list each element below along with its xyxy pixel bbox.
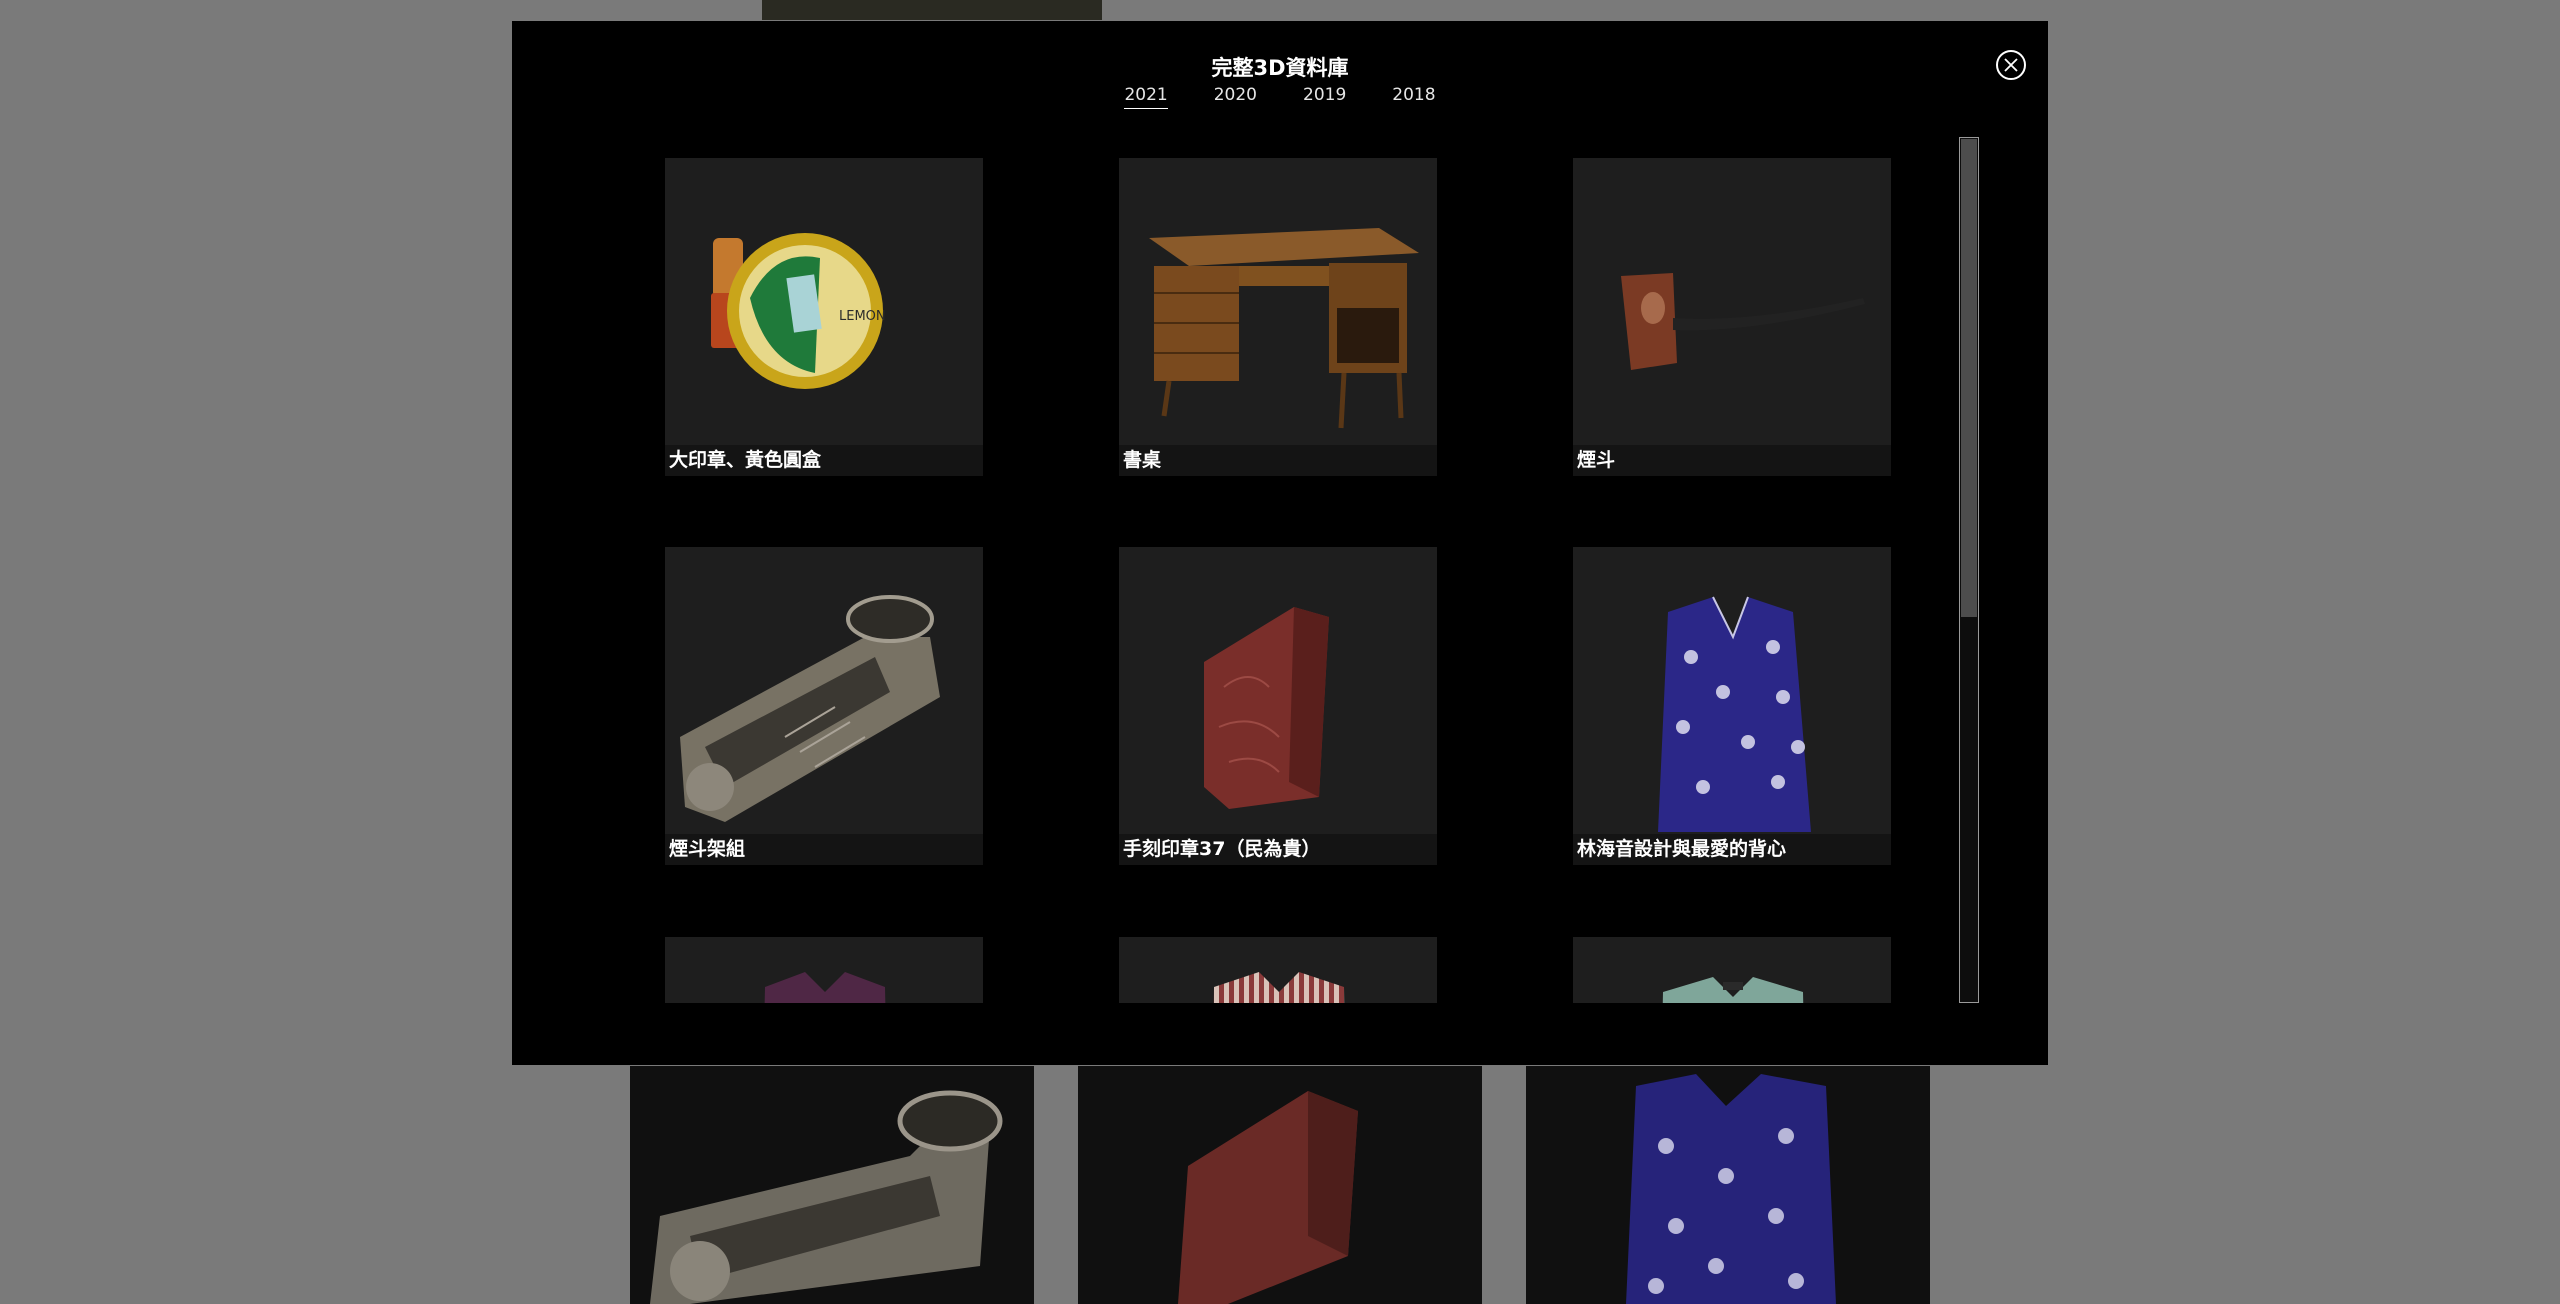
background-card-top bbox=[762, 0, 1102, 20]
stamp-and-tin-thumbnail: LEMON bbox=[665, 158, 983, 445]
model-caption: 大印章、黃色圓盒 bbox=[665, 445, 983, 476]
model-tile[interactable]: 林海音設計與最愛的背心 bbox=[1573, 547, 1891, 865]
model-tile[interactable]: 煙斗 bbox=[1573, 158, 1891, 476]
model-caption: 書桌 bbox=[1119, 445, 1437, 476]
background-card-vest bbox=[1526, 1066, 1930, 1304]
model-tile[interactable]: 書桌 bbox=[1119, 158, 1437, 476]
model-tile[interactable]: LEMON 大印章、黃色圓盒 bbox=[665, 158, 983, 476]
green-garment-thumbnail bbox=[1573, 937, 1891, 1003]
tin-label-text: LEMON bbox=[839, 309, 886, 324]
model-tile[interactable] bbox=[1119, 937, 1437, 1003]
tab-2021[interactable]: 2021 bbox=[1124, 85, 1168, 109]
year-tabs: 2021 2020 2019 2018 bbox=[512, 85, 2048, 109]
tab-2018[interactable]: 2018 bbox=[1392, 85, 1435, 109]
3d-library-modal: 完整3D資料庫 2021 2020 2019 2018 LEMON 大印章、黃色… bbox=[512, 21, 2048, 1065]
grid-scrollbar[interactable] bbox=[1959, 137, 1979, 1003]
blue-vest-thumbnail bbox=[1573, 547, 1891, 834]
model-tile[interactable] bbox=[665, 937, 983, 1003]
tab-2020[interactable]: 2020 bbox=[1214, 85, 1257, 109]
model-caption: 煙斗架組 bbox=[665, 834, 983, 865]
model-tile[interactable]: 煙斗架組 bbox=[665, 547, 983, 865]
pipe-thumbnail bbox=[1573, 158, 1891, 445]
tab-2019[interactable]: 2019 bbox=[1303, 85, 1346, 109]
purple-garment-thumbnail bbox=[665, 937, 983, 1003]
model-caption: 林海音設計與最愛的背心 bbox=[1573, 834, 1891, 865]
modal-title: 完整3D資料庫 bbox=[1211, 56, 1349, 80]
desk-thumbnail bbox=[1119, 158, 1437, 445]
close-icon bbox=[2004, 58, 2018, 72]
pipe-rack-thumbnail bbox=[665, 547, 983, 834]
model-tile[interactable] bbox=[1573, 937, 1891, 1003]
striped-garment-thumbnail bbox=[1119, 937, 1437, 1003]
carved-seal-thumbnail bbox=[1119, 547, 1437, 834]
model-caption: 手刻印章37（民為貴） bbox=[1119, 834, 1437, 865]
close-button[interactable] bbox=[1996, 50, 2026, 80]
background-card-pipe-rack bbox=[630, 1066, 1034, 1304]
background-card-seal bbox=[1078, 1066, 1482, 1304]
model-caption: 煙斗 bbox=[1573, 445, 1891, 476]
scrollbar-thumb[interactable] bbox=[1961, 139, 1977, 617]
model-tile[interactable]: 手刻印章37（民為貴） bbox=[1119, 547, 1437, 865]
model-grid: LEMON 大印章、黃色圓盒 書桌 煙斗 煙斗架組 手刻印章37（民為貴） 林海… bbox=[512, 137, 1952, 1003]
